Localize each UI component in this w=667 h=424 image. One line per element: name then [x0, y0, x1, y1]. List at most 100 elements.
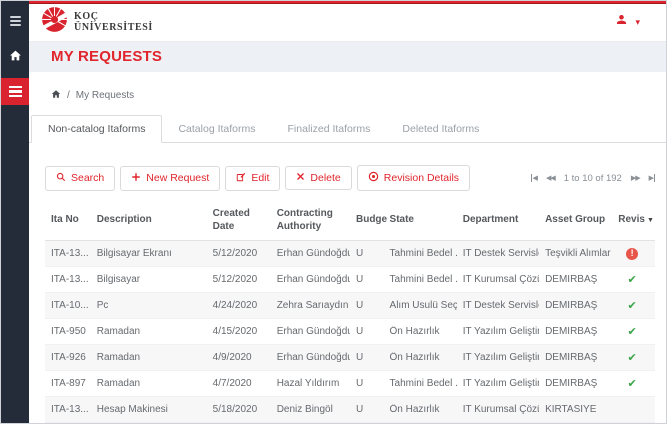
cell-state: Tahmini Bedel ... [384, 274, 457, 285]
history-icon [368, 171, 379, 185]
cell-revision: ✔ [612, 273, 652, 286]
table-row[interactable]: ITA-13...Bilgisayar Ekranı5/12/2020Erhan… [45, 241, 655, 267]
column-header-ita_no[interactable]: Ita No [45, 214, 91, 227]
cell-department: IT Destek Servisleri [457, 300, 539, 311]
cell-created_date: 4/7/2020 [207, 378, 271, 389]
table-row[interactable]: ITA-13...Hesap Makinesi5/18/2020Deniz Bi… [45, 397, 655, 423]
cell-asset_group: DEMİRBAŞ [539, 326, 612, 337]
cell-state: Tahmini Bedel ... [384, 248, 457, 259]
sidebar-item-menu[interactable] [1, 8, 29, 33]
cell-created_date: 4/15/2020 [207, 326, 271, 337]
cell-contracting_authority: Erhan Gündoğdu [271, 326, 350, 337]
breadcrumb-separator: / [67, 90, 70, 101]
revision-details-button[interactable]: Revision Details [357, 165, 470, 191]
cell-contracting_authority: Deniz Bingöl [271, 404, 350, 415]
cell-asset_group: Teşvikli Alımlar [539, 248, 612, 259]
page-title: MY REQUESTS [51, 48, 162, 65]
logo-text: KOÇ ÜNİVERSİTESİ [74, 11, 153, 33]
user-menu[interactable]: ▾ [615, 13, 640, 31]
tab-deleted-itaforms[interactable]: Deleted Itaforms [386, 116, 495, 142]
cell-ita_no: ITA-950 [45, 326, 91, 337]
column-header-contracting_authority[interactable]: Contracting Authority [271, 208, 350, 233]
cell-revision: ! [612, 248, 652, 260]
app-window: KOÇ ÜNİVERSİTESİ ▾ MY REQUESTS / My Requ… [0, 0, 667, 424]
cell-description: Bilgisayar Ekranı [91, 248, 207, 259]
column-header-asset_group[interactable]: Asset Group [539, 214, 612, 227]
cell-state: Ön Hazırlık [384, 352, 457, 363]
cell-ita_no: ITA-13... [45, 274, 91, 285]
edit-icon [236, 172, 246, 185]
cell-budget: U [350, 326, 384, 337]
column-header-description[interactable]: Description [91, 214, 207, 227]
sidebar-item-requests[interactable] [1, 78, 29, 105]
cell-state: Ön Hazırlık [384, 404, 457, 415]
requests-table: Ita NoDescriptionCreated DateContracting… [45, 203, 655, 423]
check-icon: ✔ [627, 325, 636, 338]
koc-sunburst-icon [41, 6, 68, 38]
check-icon: ✔ [627, 299, 636, 312]
cell-asset_group: DEMİRBAŞ [539, 378, 612, 389]
cell-ita_no: ITA-13... [45, 248, 91, 259]
table-row[interactable]: ITA-950Ramadan4/15/2020Erhan GündoğduUÖn… [45, 319, 655, 345]
previous-page-icon[interactable]: ◀◀ [546, 174, 555, 182]
tab-catalog-itaforms[interactable]: Catalog Itaforms [162, 116, 271, 142]
cell-department: IT Yazılım Geliştirme [457, 326, 539, 337]
column-header-state[interactable]: State [384, 214, 457, 227]
sidebar [1, 1, 29, 423]
cell-ita_no: ITA-13... [45, 404, 91, 415]
table-row[interactable]: ITA-926Ramadan4/9/2020Erhan GündoğduUÖn … [45, 345, 655, 371]
next-page-icon[interactable]: ▶▶ [631, 174, 640, 182]
breadcrumb-home-icon[interactable] [51, 89, 61, 102]
last-page-icon[interactable]: ▶ [649, 174, 655, 182]
content-area: / My Requests Non-catalog Itaforms Catal… [29, 72, 666, 423]
cell-department: IT Destek Servisleri [457, 248, 539, 259]
cell-revision: ✔ [612, 377, 652, 390]
table-row[interactable]: ITA-10...Pc4/24/2020Zehra SarıaydınUAlım… [45, 293, 655, 319]
cell-ita_no: ITA-10... [45, 300, 91, 311]
chevron-down-icon: ▾ [635, 17, 640, 28]
column-header-created_date[interactable]: Created Date [207, 208, 271, 233]
main-area: KOÇ ÜNİVERSİTESİ ▾ MY REQUESTS / My Requ… [29, 1, 666, 423]
cell-asset_group: KIRTASİYE [539, 404, 612, 415]
check-icon: ✔ [627, 351, 636, 364]
table-row[interactable]: ITA-897Ramadan4/7/2020Hazal YıldırımUTah… [45, 371, 655, 397]
column-header-department[interactable]: Department [457, 214, 539, 227]
cell-budget: U [350, 352, 384, 363]
cell-created_date: 4/9/2020 [207, 352, 271, 363]
cell-asset_group: DEMİRBAŞ [539, 274, 612, 285]
cell-description: Bilgisayar [91, 274, 207, 285]
delete-button[interactable]: Delete [285, 166, 351, 190]
hamburger-icon [10, 14, 21, 28]
cell-contracting_authority: Erhan Gündoğdu [271, 248, 350, 259]
cell-description: Hesap Makinesi [91, 404, 207, 415]
cell-state: Alım Usulü Seçi... [384, 300, 457, 311]
cell-budget: U [350, 248, 384, 259]
cell-revision: ✔ [612, 325, 652, 338]
tab-finalized-itaforms[interactable]: Finalized Itaforms [272, 116, 387, 142]
sidebar-item-home[interactable] [1, 45, 29, 70]
tab-non-catalog-itaforms[interactable]: Non-catalog Itaforms [31, 115, 162, 143]
column-header-budget[interactable]: Budge [350, 214, 384, 227]
tab-panel: Search New Request Edit [29, 143, 666, 423]
check-icon: ✔ [627, 377, 636, 390]
toolbar: Search New Request Edit [45, 165, 655, 191]
top-header: KOÇ ÜNİVERSİTESİ ▾ [29, 4, 666, 42]
new-request-button[interactable]: New Request [120, 166, 220, 191]
cell-department: IT Yazılım Geliştirme [457, 378, 539, 389]
cell-created_date: 5/12/2020 [207, 274, 271, 285]
search-button[interactable]: Search [45, 166, 115, 191]
cell-department: IT Yazılım Geliştirme [457, 352, 539, 363]
column-header-revision[interactable]: Revis▼ [612, 214, 652, 227]
alert-icon: ! [626, 248, 638, 260]
first-page-icon[interactable]: ◀ [531, 174, 537, 182]
breadcrumb-current: My Requests [76, 90, 134, 101]
check-icon: ✔ [627, 273, 636, 286]
page-title-banner: MY REQUESTS [29, 42, 666, 72]
edit-button[interactable]: Edit [225, 166, 280, 191]
cell-budget: U [350, 404, 384, 415]
table-row[interactable]: ITA-13...Bilgisayar5/12/2020Erhan Gündoğ… [45, 267, 655, 293]
user-icon [615, 13, 628, 31]
cell-contracting_authority: Erhan Gündoğdu [271, 352, 350, 363]
cell-description: Pc [91, 300, 207, 311]
university-logo[interactable]: KOÇ ÜNİVERSİTESİ [41, 6, 153, 38]
